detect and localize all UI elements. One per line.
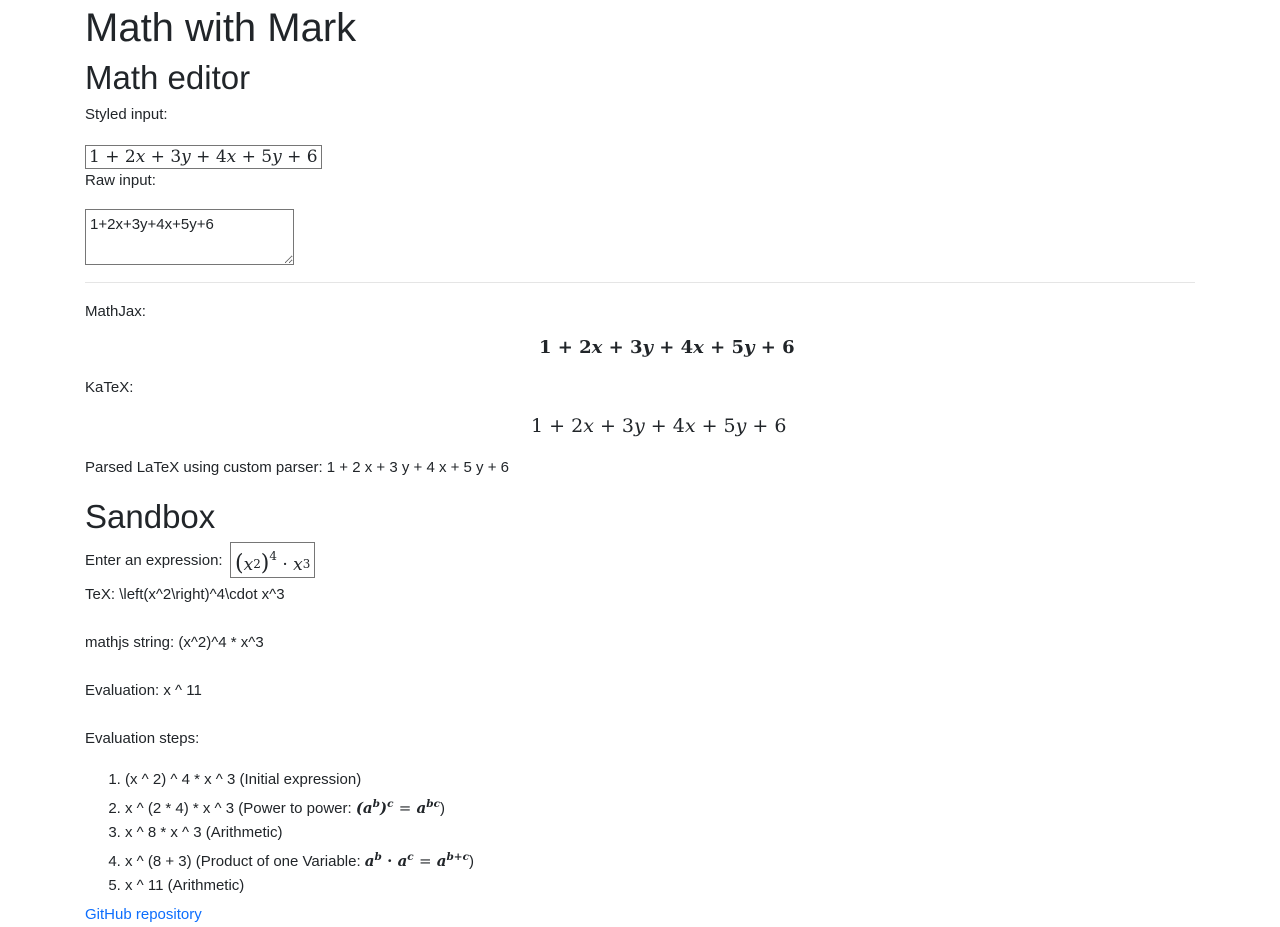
evaluation-steps-label: Evaluation steps: [85,730,200,747]
styled-math-input[interactable]: 1 + 2x + 3y + 4x + 5y + 6 [85,145,322,169]
step-text: (x ^ 2) ^ 4 * x ^ 3 (Initial expression) [125,771,362,788]
step-close: ) [469,853,475,870]
evaluation-label: Evaluation: [85,682,160,699]
step-item: x ^ (8 + 3) (Product of one Variable: ab… [125,845,474,874]
expression-input[interactable]: (x 2) 4 · x3 [230,542,316,578]
product-rule-formula: ab · ac = ab+c [364,851,470,870]
step-item: (x ^ 2) ^ 4 * x ^ 3 (Initial expression) [125,768,474,792]
step-close: ) [440,800,446,817]
github-repository-link[interactable]: GitHub repository [85,906,202,923]
raw-input-textarea[interactable]: 1+2x+3y+4x+5y+6 [85,209,294,265]
parsed-latex-label: Parsed LaTeX using custom parser: [85,459,323,476]
evaluation-line: Evaluation: x ^ 11 [85,682,202,699]
power-to-power-formula: (ab)c = abc [355,798,441,817]
evaluation-steps-list: (x ^ 2) ^ 4 * x ^ 3 (Initial expression)… [85,768,474,898]
katex-render: 1 + 2x + 3y + 4x + 5y + 6 [531,415,787,437]
tex-value: \left(x^2\right)^4\cdot x^3 [119,586,285,603]
evaluation-value: x ^ 11 [163,682,202,699]
mathjs-label: mathjs string: [85,634,175,651]
styled-input-label: Styled input: [85,106,168,123]
tex-label: TeX: [85,586,116,603]
mathjax-label: MathJax: [85,303,146,320]
parsed-latex-line: Parsed LaTeX using custom parser: 1 + 2 … [85,459,509,476]
step-item: x ^ 8 * x ^ 3 (Arithmetic) [125,821,474,845]
math-editor-heading: Math editor [85,59,251,96]
page-title: Math with Mark [85,6,357,50]
step-text: x ^ 11 (Arithmetic) [125,877,245,894]
step-item: x ^ 11 (Arithmetic) [125,874,474,898]
tex-line: TeX: \left(x^2\right)^4\cdot x^3 [85,586,285,603]
step-item: x ^ (2 * 4) * x ^ 3 (Power to power: (ab… [125,792,474,821]
sandbox-heading: Sandbox [85,498,216,535]
mathjs-line: mathjs string: (x^2)^4 * x^3 [85,634,264,651]
step-text: x ^ 8 * x ^ 3 (Arithmetic) [125,824,283,841]
raw-input-label: Raw input: [85,172,156,189]
mathjax-render: 1 + 2x + 3y + 4x + 5y + 6 [539,337,795,358]
divider [85,282,1195,283]
parsed-latex-value: 1 + 2 x + 3 y + 4 x + 5 y + 6 [326,459,509,476]
enter-expression-label: Enter an expression: [85,552,223,569]
step-text: x ^ (2 * 4) * x ^ 3 (Power to power: [125,800,356,817]
step-text: x ^ (8 + 3) (Product of one Variable: [125,853,365,870]
katex-label: KaTeX: [85,379,134,396]
mathjs-value: (x^2)^4 * x^3 [178,634,264,651]
